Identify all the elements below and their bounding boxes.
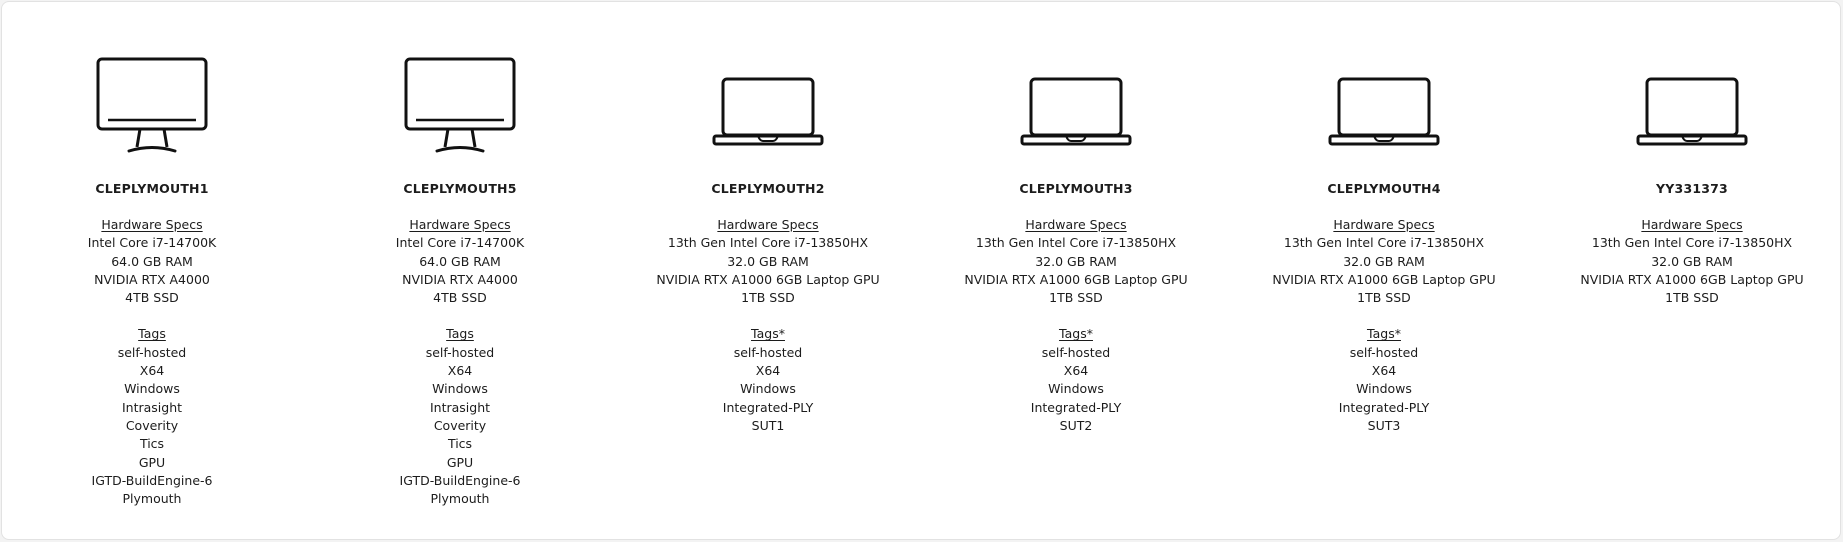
spec-gpu: NVIDIA RTX A1000 6GB Laptop GPU [656, 271, 880, 287]
spec-storage: 1TB SSD [1049, 290, 1103, 306]
desktop-monitor-icon [404, 57, 516, 153]
spec-storage: 1TB SSD [741, 290, 795, 306]
tag-item: X64 [447, 363, 473, 379]
spec-ram: 32.0 GB RAM [727, 253, 809, 269]
tag-item: Coverity [125, 417, 179, 433]
tags-section: Tags* self-hosted X64 Windows Integrated… [618, 325, 918, 435]
tag-item: SUT1 [751, 417, 785, 433]
hardware-specs-heading: Hardware Specs [409, 217, 511, 232]
tag-item: SUT2 [1059, 417, 1093, 433]
tags-section: Tags self-hosted X64 Windows Intrasight … [310, 325, 610, 508]
spec-cpu: 13th Gen Intel Core i7-13850HX [1591, 235, 1793, 251]
spec-ram: 32.0 GB RAM [1651, 253, 1733, 269]
hardware-specs-heading: Hardware Specs [1333, 217, 1435, 232]
tag-item: Integrated-PLY [722, 399, 814, 415]
tag-item: SUT3 [1367, 417, 1401, 433]
tag-item: Windows [740, 381, 796, 397]
machines-panel: CLEPLYMOUTH1 Hardware Specs Intel Core i… [1, 1, 1841, 540]
tags-heading: Tags* [1059, 326, 1093, 342]
tag-item: Windows [1048, 381, 1104, 397]
tag-item: Windows [432, 381, 488, 397]
spec-storage: 1TB SSD [1665, 290, 1719, 306]
spec-storage: 4TB SSD [433, 290, 487, 306]
laptop-icon [1020, 77, 1132, 146]
spec-gpu: NVIDIA RTX A4000 [94, 271, 210, 287]
hardware-specs-section: Hardware Specs 13th Gen Intel Core i7-13… [618, 216, 918, 307]
spec-cpu: 13th Gen Intel Core i7-13850HX [1283, 235, 1485, 251]
spec-ram: 64.0 GB RAM [111, 253, 193, 269]
tags-section: Tags* self-hosted X64 Windows Integrated… [926, 325, 1226, 435]
laptop-icon [712, 77, 824, 146]
tag-item: Tics [139, 436, 165, 452]
machine-card-cleplymouth5[interactable]: CLEPLYMOUTH5 Hardware Specs Intel Core i… [310, 54, 610, 508]
tag-item: GPU [138, 454, 166, 470]
spec-cpu: 13th Gen Intel Core i7-13850HX [975, 235, 1177, 251]
spec-storage: 4TB SSD [125, 290, 179, 306]
machine-card-cleplymouth1[interactable]: CLEPLYMOUTH1 Hardware Specs Intel Core i… [2, 54, 302, 508]
machine-name: CLEPLYMOUTH4 [1327, 181, 1441, 196]
tag-item: IGTD-BuildEngine-6 [91, 472, 213, 488]
tag-item: Intrasight [429, 399, 491, 415]
hardware-specs-section: Hardware Specs 13th Gen Intel Core i7-13… [926, 216, 1226, 307]
desktop-monitor-icon [96, 57, 208, 153]
hardware-specs-section: Hardware Specs Intel Core i7-14700K 64.0… [2, 216, 302, 307]
spec-ram: 32.0 GB RAM [1035, 253, 1117, 269]
hardware-specs-section: Hardware Specs 13th Gen Intel Core i7-13… [1542, 216, 1842, 307]
spec-ram: 64.0 GB RAM [419, 253, 501, 269]
tag-item: Windows [124, 381, 180, 397]
laptop-icon [1636, 77, 1748, 146]
machine-name: CLEPLYMOUTH3 [1019, 181, 1133, 196]
tags-section: Tags* self-hosted X64 Windows Integrated… [1234, 325, 1534, 435]
tags-heading: Tags* [751, 326, 785, 342]
tags-heading: Tags [138, 326, 166, 342]
hardware-specs-heading: Hardware Specs [101, 217, 203, 232]
laptop-icon [1328, 77, 1440, 146]
machine-card-cleplymouth3[interactable]: CLEPLYMOUTH3 Hardware Specs 13th Gen Int… [926, 54, 1226, 435]
tag-item: self-hosted [425, 344, 495, 360]
spec-cpu: 13th Gen Intel Core i7-13850HX [667, 235, 869, 251]
tag-item: self-hosted [1349, 344, 1419, 360]
tag-item: X64 [755, 363, 781, 379]
spec-storage: 1TB SSD [1357, 290, 1411, 306]
machine-list: CLEPLYMOUTH1 Hardware Specs Intel Core i… [2, 2, 1840, 539]
tag-item: Coverity [433, 417, 487, 433]
machine-card-yy331373[interactable]: YY331373 Hardware Specs 13th Gen Intel C… [1542, 54, 1842, 307]
spec-ram: 32.0 GB RAM [1343, 253, 1425, 269]
tag-item: self-hosted [117, 344, 187, 360]
tags-heading: Tags [446, 326, 474, 342]
tag-item: Integrated-PLY [1030, 399, 1122, 415]
tags-heading: Tags* [1367, 326, 1401, 342]
hardware-specs-heading: Hardware Specs [1025, 217, 1127, 232]
tag-item: Tics [447, 436, 473, 452]
machine-name: CLEPLYMOUTH2 [711, 181, 825, 196]
tag-item: self-hosted [1041, 344, 1111, 360]
machine-name: CLEPLYMOUTH1 [95, 181, 209, 196]
spec-cpu: Intel Core i7-14700K [395, 235, 525, 251]
tag-item: Integrated-PLY [1338, 399, 1430, 415]
tag-item: X64 [1063, 363, 1089, 379]
tag-item: GPU [446, 454, 474, 470]
spec-gpu: NVIDIA RTX A1000 6GB Laptop GPU [964, 271, 1188, 287]
machine-card-cleplymouth4[interactable]: CLEPLYMOUTH4 Hardware Specs 13th Gen Int… [1234, 54, 1534, 435]
spec-gpu: NVIDIA RTX A1000 6GB Laptop GPU [1272, 271, 1496, 287]
hardware-specs-heading: Hardware Specs [717, 217, 819, 232]
hardware-specs-section: Hardware Specs Intel Core i7-14700K 64.0… [310, 216, 610, 307]
tags-section: Tags self-hosted X64 Windows Intrasight … [2, 325, 302, 508]
spec-cpu: Intel Core i7-14700K [87, 235, 217, 251]
tag-item: Plymouth [122, 491, 182, 507]
hardware-specs-heading: Hardware Specs [1641, 217, 1743, 232]
tag-item: X64 [1371, 363, 1397, 379]
machine-name: YY331373 [1656, 181, 1728, 196]
hardware-specs-section: Hardware Specs 13th Gen Intel Core i7-13… [1234, 216, 1534, 307]
tag-item: X64 [139, 363, 165, 379]
tag-item: Windows [1356, 381, 1412, 397]
tag-item: IGTD-BuildEngine-6 [399, 472, 521, 488]
tag-item: Intrasight [121, 399, 183, 415]
spec-gpu: NVIDIA RTX A4000 [402, 271, 518, 287]
spec-gpu: NVIDIA RTX A1000 6GB Laptop GPU [1580, 271, 1804, 287]
machine-name: CLEPLYMOUTH5 [403, 181, 517, 196]
tag-item: self-hosted [733, 344, 803, 360]
machine-card-cleplymouth2[interactable]: CLEPLYMOUTH2 Hardware Specs 13th Gen Int… [618, 54, 918, 435]
tag-item: Plymouth [430, 491, 490, 507]
